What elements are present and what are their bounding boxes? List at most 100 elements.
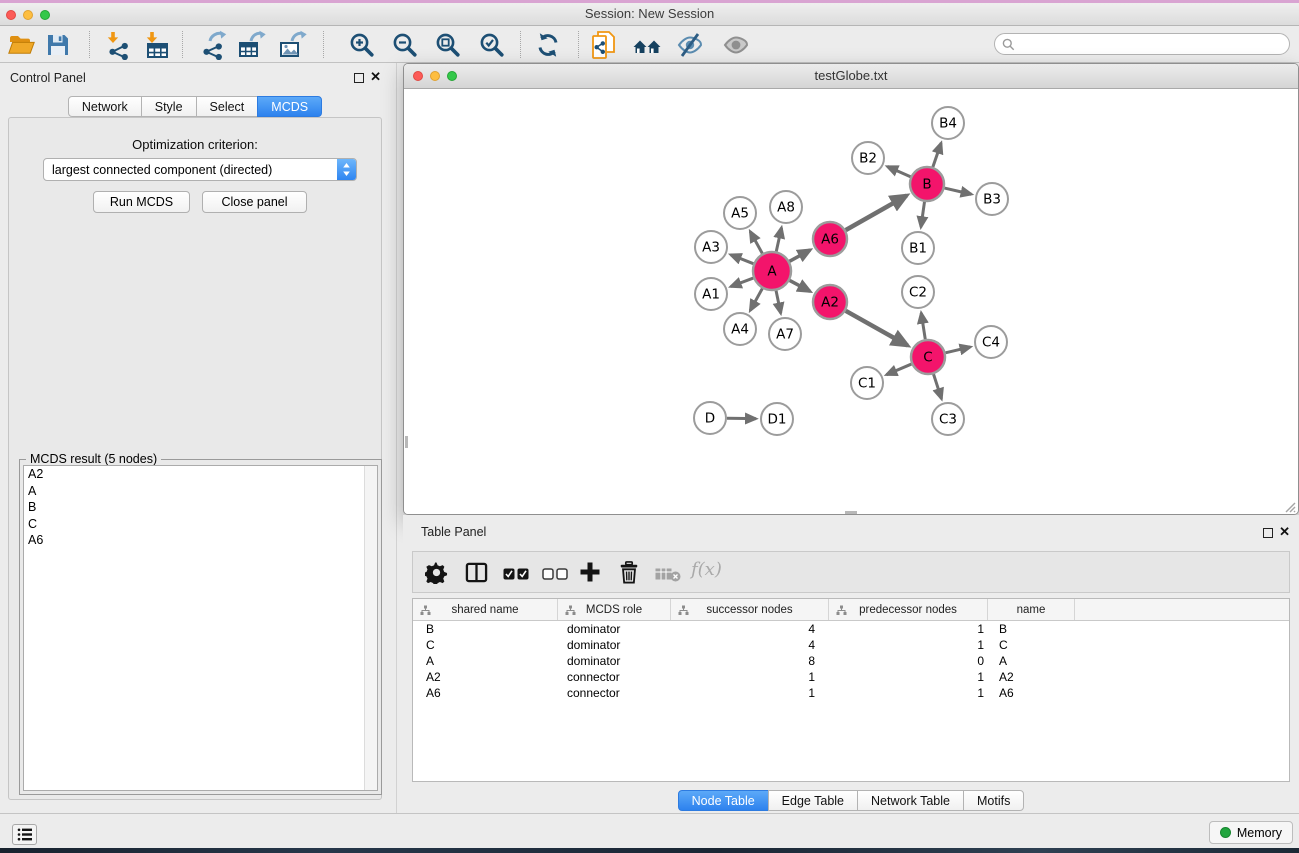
close-window-button[interactable] — [6, 10, 16, 20]
deselect-all-columns-icon[interactable] — [542, 567, 568, 585]
zoom-out-icon[interactable] — [390, 30, 420, 60]
zoom-fit-icon[interactable] — [433, 30, 463, 60]
mcds-result-list[interactable]: A2ABCA6 — [23, 465, 378, 791]
graph-edge-C-C4[interactable] — [946, 347, 971, 353]
vertical-scroll-thumb[interactable] — [405, 436, 408, 448]
table-cell[interactable]: B — [413, 622, 558, 636]
graph-edge-A2-C[interactable] — [846, 311, 908, 346]
graph-edge-A-A6[interactable] — [790, 250, 811, 261]
graph-edge-A-A8[interactable] — [776, 228, 781, 252]
export-network-icon[interactable] — [198, 30, 228, 60]
graph-edge-B-B1[interactable] — [921, 202, 925, 227]
mcds-result-item[interactable]: B — [24, 499, 377, 516]
tab-node-table[interactable]: Node Table — [678, 790, 769, 811]
import-network-icon[interactable] — [103, 30, 133, 60]
select-all-columns-icon[interactable] — [503, 567, 529, 585]
node-table[interactable]: shared nameMCDS rolesuccessor nodesprede… — [412, 598, 1290, 782]
table-row[interactable]: A6connector11A6 — [413, 685, 1289, 701]
tab-select[interactable]: Select — [196, 96, 259, 117]
table-cell[interactable]: 1 — [829, 686, 988, 700]
table-cell[interactable]: A6 — [413, 686, 558, 700]
table-cell[interactable]: 4 — [671, 638, 829, 652]
task-history-button[interactable] — [12, 824, 37, 845]
table-row[interactable]: Cdominator41C — [413, 637, 1289, 653]
tab-network[interactable]: Network — [68, 96, 142, 117]
column-header-name[interactable]: name — [988, 599, 1075, 620]
column-header-predecessor-nodes[interactable]: predecessor nodes — [829, 599, 988, 620]
zoom-network-window-button[interactable] — [447, 71, 457, 81]
function-builder-icon[interactable]: f(x) — [691, 559, 722, 580]
table-cell[interactable]: C — [413, 638, 558, 652]
table-cell[interactable]: 1 — [829, 622, 988, 636]
tab-style[interactable]: Style — [141, 96, 197, 117]
close-panel-icon[interactable]: ✕ — [370, 69, 381, 85]
table-cell[interactable]: A — [413, 654, 558, 668]
mcds-result-item[interactable]: A — [24, 483, 377, 500]
column-header-mcds-role[interactable]: MCDS role — [558, 599, 671, 620]
table-cell[interactable]: 0 — [829, 654, 988, 668]
delete-table-icon[interactable] — [655, 568, 681, 587]
show-panels-eye-icon[interactable] — [721, 30, 751, 60]
zoom-in-icon[interactable] — [347, 30, 377, 60]
column-header-shared-name[interactable]: shared name — [413, 599, 558, 620]
graph-edge-A-A7[interactable] — [776, 291, 781, 314]
table-cell[interactable]: A6 — [988, 686, 1075, 700]
table-cell[interactable]: C — [988, 638, 1075, 652]
search-box[interactable] — [994, 33, 1290, 55]
graph-edge-B-B2[interactable] — [887, 167, 910, 177]
tab-mcds[interactable]: MCDS — [257, 96, 322, 117]
add-column-icon[interactable] — [578, 560, 602, 589]
delete-columns-trash-icon[interactable] — [618, 561, 640, 589]
mcds-scrollbar[interactable] — [364, 466, 377, 790]
table-cell[interactable]: dominator — [558, 638, 671, 652]
resize-grip-icon[interactable] — [1283, 500, 1296, 513]
refresh-layout-icon[interactable] — [533, 30, 563, 60]
settings-gear-icon[interactable] — [425, 561, 448, 589]
table-cell[interactable]: 4 — [671, 622, 829, 636]
table-cell[interactable]: 8 — [671, 654, 829, 668]
table-cell[interactable]: connector — [558, 670, 671, 684]
column-layout-icon[interactable] — [465, 561, 488, 589]
table-cell[interactable]: A2 — [988, 670, 1075, 684]
column-header-successor-nodes[interactable]: successor nodes — [671, 599, 829, 620]
export-table-icon[interactable] — [237, 30, 267, 60]
tab-network-table[interactable]: Network Table — [857, 790, 964, 811]
table-row[interactable]: Adominator80A — [413, 653, 1289, 669]
table-cell[interactable]: A — [988, 654, 1075, 668]
hide-panels-eye-slash-icon[interactable] — [675, 30, 705, 60]
table-cell[interactable]: dominator — [558, 622, 671, 636]
graph-edge-A6-B[interactable] — [846, 196, 907, 231]
table-cell[interactable]: 1 — [829, 638, 988, 652]
horizontal-scroll-thumb[interactable] — [845, 511, 857, 514]
minimize-window-button[interactable] — [23, 10, 33, 20]
graph-edge-C-C1[interactable] — [887, 364, 912, 375]
graph-edge-A-A4[interactable] — [750, 289, 762, 311]
memory-button[interactable]: Memory — [1209, 821, 1293, 844]
export-image-icon[interactable] — [278, 30, 308, 60]
home-icon[interactable] — [632, 30, 662, 60]
network-canvas[interactable]: B4B2BB3A5A8A6A3B1AA1C2A2A4A7C4CC1C3DD1 — [404, 89, 1298, 515]
graph-edge-A-A3[interactable] — [731, 255, 754, 264]
tab-edge-table[interactable]: Edge Table — [768, 790, 858, 811]
graph-edge-A-A1[interactable] — [731, 278, 753, 286]
zoom-window-button[interactable] — [40, 10, 50, 20]
graph-edge-A-A2[interactable] — [790, 280, 810, 291]
table-cell[interactable]: dominator — [558, 654, 671, 668]
float-table-panel-icon[interactable] — [1263, 528, 1273, 538]
tab-motifs[interactable]: Motifs — [963, 790, 1024, 811]
graph-edge-A-A5[interactable] — [750, 232, 762, 254]
search-input[interactable] — [1015, 37, 1289, 51]
table-cell[interactable]: A2 — [413, 670, 558, 684]
table-cell[interactable]: 1 — [829, 670, 988, 684]
mcds-result-item[interactable]: C — [24, 516, 377, 533]
table-row[interactable]: Bdominator41B — [413, 621, 1289, 637]
table-cell[interactable]: connector — [558, 686, 671, 700]
network-graph[interactable]: B4B2BB3A5A8A6A3B1AA1C2A2A4A7C4CC1C3DD1 — [404, 89, 1298, 514]
table-cell[interactable]: 1 — [671, 670, 829, 684]
zoom-selected-icon[interactable] — [477, 30, 507, 60]
close-panel-button[interactable]: Close panel — [202, 191, 307, 213]
network-window-titlebar[interactable]: testGlobe.txt — [404, 64, 1298, 89]
mcds-result-item[interactable]: A2 — [24, 466, 377, 483]
graph-edge-C-C3[interactable] — [934, 374, 942, 399]
network-from-clipboard-icon[interactable] — [589, 30, 619, 60]
